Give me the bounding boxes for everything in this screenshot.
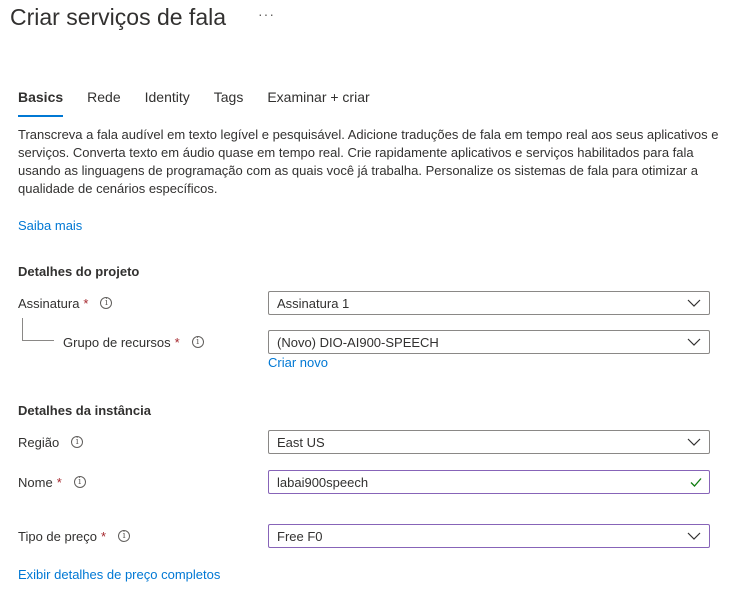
- subscription-value: Assinatura 1: [277, 295, 350, 311]
- name-label: Nome * i: [18, 472, 86, 492]
- required-marker: *: [83, 295, 89, 311]
- learn-more-link[interactable]: Saiba mais: [18, 218, 82, 233]
- info-icon[interactable]: i: [100, 297, 113, 309]
- info-icon[interactable]: i: [71, 436, 84, 448]
- chevron-down-icon: [687, 338, 701, 346]
- name-value: labai900speech: [277, 474, 369, 490]
- required-marker: *: [56, 474, 62, 490]
- pricing-tier-label: Tipo de preço * i: [18, 526, 131, 546]
- resource-group-select[interactable]: (Novo) DIO-AI900-SPEECH: [268, 330, 710, 354]
- resource-group-label-text: Grupo de recursos: [63, 334, 171, 350]
- pricing-details-link[interactable]: Exibir detalhes de preço completos: [18, 567, 220, 582]
- info-icon[interactable]: i: [73, 476, 86, 488]
- tree-connector-horizontal: [22, 340, 54, 341]
- more-options-icon[interactable]: ···: [258, 6, 275, 22]
- required-marker: *: [101, 528, 107, 544]
- intro-description: Transcreva a fala audível em texto legív…: [18, 127, 719, 196]
- info-icon[interactable]: i: [191, 336, 204, 348]
- resource-group-label: Grupo de recursos * i: [63, 332, 204, 352]
- page-title: Criar serviços de fala: [10, 4, 227, 30]
- required-marker: *: [174, 334, 180, 350]
- tab-basics[interactable]: Basics: [18, 89, 64, 119]
- resource-group-value: (Novo) DIO-AI900-SPEECH: [277, 334, 439, 350]
- region-value: East US: [277, 434, 325, 450]
- tab-rede[interactable]: Rede: [87, 89, 120, 119]
- subscription-label-text: Assinatura: [18, 295, 80, 311]
- region-label: Região i: [18, 432, 84, 452]
- subscription-label: Assinatura * i: [18, 293, 113, 313]
- chevron-down-icon: [687, 438, 701, 446]
- info-icon[interactable]: i: [118, 530, 131, 542]
- chevron-down-icon: [687, 299, 701, 307]
- tree-connector-vertical: [22, 318, 23, 340]
- chevron-down-icon: [687, 532, 701, 540]
- name-label-text: Nome: [18, 474, 53, 490]
- pricing-tier-select[interactable]: Free F0: [268, 524, 710, 548]
- create-new-resource-group-link[interactable]: Criar novo: [268, 355, 328, 370]
- region-label-text: Região: [18, 434, 60, 450]
- subscription-select[interactable]: Assinatura 1: [268, 291, 710, 315]
- tab-identity[interactable]: Identity: [145, 89, 190, 119]
- pricing-tier-value: Free F0: [277, 528, 323, 544]
- tab-bar: Basics Rede Identity Tags Examinar + cri…: [18, 89, 394, 119]
- tab-examinar-criar[interactable]: Examinar + criar: [267, 89, 369, 119]
- name-input[interactable]: labai900speech: [268, 470, 710, 494]
- region-select[interactable]: East US: [268, 430, 710, 454]
- tab-tags[interactable]: Tags: [214, 89, 244, 119]
- project-details-heading: Detalhes do projeto: [18, 264, 140, 279]
- pricing-tier-label-text: Tipo de preço: [18, 528, 98, 544]
- checkmark-icon: [690, 478, 702, 487]
- instance-details-heading: Detalhes da instância: [18, 403, 151, 418]
